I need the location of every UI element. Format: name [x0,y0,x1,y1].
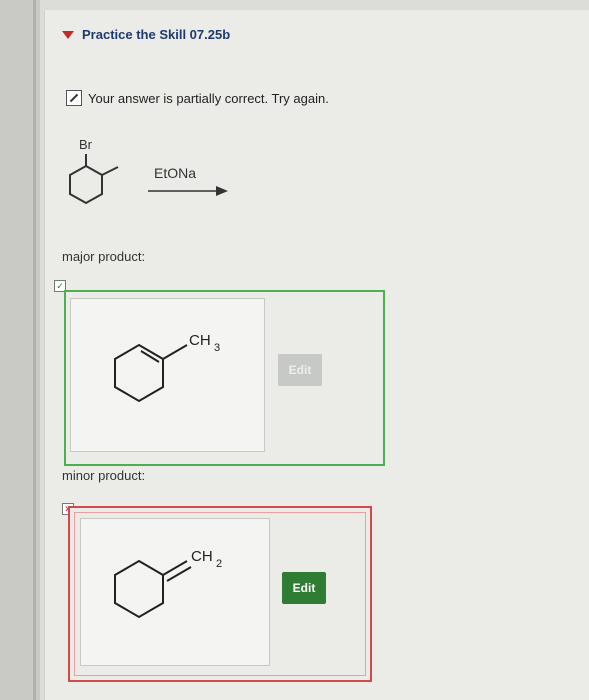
minor-product-label: minor product: [62,468,146,483]
major-product-answer: CH 3 Edit [64,290,385,466]
feedback-message: Your answer is partially correct. Try ag… [66,90,329,106]
left-margin-bar [0,0,40,700]
major-product-label: major product: [62,249,146,264]
reaction-arrow-icon [148,186,228,196]
section-header[interactable]: Practice the Skill 07.25b [62,27,230,42]
methylene-label: CH [191,548,213,565]
collapse-triangle-icon[interactable] [62,30,74,39]
edit-button-disabled[interactable]: Edit [278,354,322,386]
methylene-subscript: 2 [216,558,222,570]
feedback-text: Your answer is partially correct. Try ag… [88,90,329,106]
major-product-structure: CH 3 [114,332,220,403]
edit-button[interactable]: Edit [282,572,326,604]
minor-product-drawing[interactable]: CH 2 [80,518,270,666]
minor-product-answer: CH 2 Edit [68,506,372,682]
section-title: Practice the Skill 07.25b [82,27,231,42]
major-product-drawing[interactable]: CH 3 [70,298,265,452]
partially-correct-icon [66,90,82,106]
reagent-label: EtONa [154,165,197,181]
bromine-label: Br [79,137,93,152]
minor-product-structure: CH 2 [114,548,222,619]
methyl-label: CH [189,332,211,349]
methyl-subscript: 3 [214,342,220,354]
